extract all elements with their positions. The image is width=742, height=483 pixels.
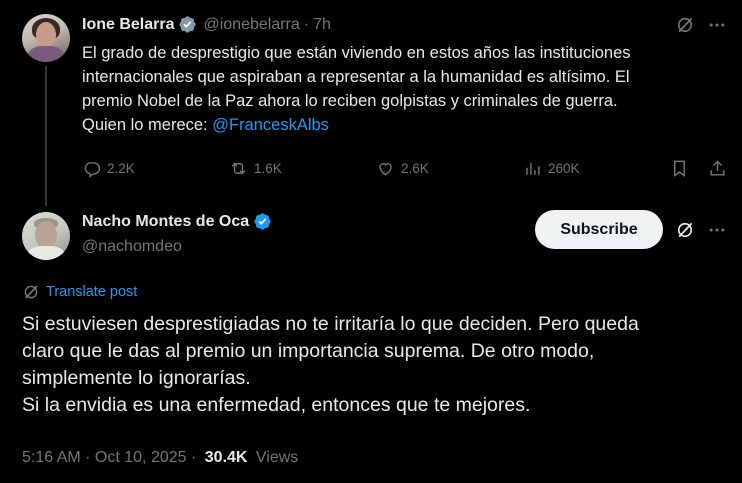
verified-badge-icon[interactable] — [178, 15, 197, 34]
more-icon — [709, 228, 725, 232]
reply-text-line: Si la envidia es una enfermedad, entonce… — [22, 394, 531, 416]
translate-label[interactable]: Translate post — [46, 284, 137, 300]
translate-icon — [24, 285, 38, 299]
share-icon — [710, 160, 725, 176]
parent-more-button[interactable] — [707, 15, 727, 40]
reply-timestamp[interactable]: 5:16 AM · Oct 10, 2025 · — [22, 449, 201, 467]
parent-handle[interactable]: @ionebelarra — [203, 16, 299, 34]
parent-grok-button[interactable] — [675, 15, 695, 40]
reply-count: 2.2K — [107, 161, 135, 176]
parent-author-name[interactable]: Ione Belarra — [82, 16, 174, 34]
grok-icon — [677, 222, 693, 238]
reply-tweet-text: Si estuviesen desprestigiadas no te irri… — [22, 311, 722, 419]
reply-more-button[interactable] — [707, 220, 727, 245]
reply-text-line: Si estuviesen desprestigiadas no te irri… — [22, 313, 639, 335]
reply-meta: 5:16 AM · Oct 10, 2025 · 30.4K Views — [22, 449, 298, 467]
header-separator: · — [303, 15, 310, 33]
views-icon — [526, 162, 540, 175]
reply-views-label: Views — [251, 449, 299, 466]
parent-text-line: premio Nobel de la Paz ahora lo reciben … — [82, 92, 618, 110]
parent-text-line: Quien lo merece: — [82, 116, 213, 134]
reply-text-line: simplemente lo ignorarías. — [22, 367, 251, 389]
repost-icon — [231, 162, 246, 175]
verified-badge-icon[interactable] — [253, 212, 272, 231]
reply-tweet-header: Nacho Montes de Oca — [82, 212, 272, 231]
reply-action[interactable]: 2.2K — [82, 159, 135, 178]
repost-action[interactable]: 1.6K — [229, 159, 282, 178]
bookmark-icon — [674, 160, 685, 178]
like-icon — [379, 163, 392, 176]
reply-grok-button[interactable] — [675, 220, 695, 245]
bookmark-button[interactable] — [670, 159, 689, 178]
repost-count: 1.6K — [254, 161, 282, 176]
parent-tweet-header: Ione Belarra @ionebelarra · 7h — [82, 15, 331, 34]
more-icon — [709, 23, 725, 27]
parent-text-line: internacionales que aspiraban a represen… — [82, 68, 630, 86]
mention-link[interactable]: @FranceskAlbs — [212, 116, 329, 134]
reply-handle[interactable]: @nachomdeo — [82, 238, 182, 256]
nacho-montes-avatar[interactable] — [22, 212, 70, 260]
reply-author-name[interactable]: Nacho Montes de Oca — [82, 213, 249, 231]
reply-icon — [84, 162, 101, 178]
like-count: 2.6K — [401, 161, 429, 176]
ione-belarra-avatar[interactable] — [22, 14, 70, 62]
grok-icon — [677, 17, 693, 33]
parent-text-line: El grado de desprestigio que están vivie… — [82, 44, 631, 62]
parent-tweet-text: El grado de desprestigio que están vivie… — [82, 41, 732, 137]
thread-connector-line — [45, 66, 47, 206]
reply-views-count: 30.4K — [204, 449, 248, 466]
like-action[interactable]: 2.6K — [376, 159, 429, 178]
parent-time[interactable]: 7h — [313, 16, 331, 34]
subscribe-button[interactable]: Subscribe — [535, 210, 663, 249]
views-count: 260K — [548, 161, 580, 176]
reply-text-line: claro que le das al premio un importanci… — [22, 340, 595, 362]
translate-post-link[interactable]: Translate post — [22, 283, 137, 301]
views-action[interactable]: 260K — [523, 159, 580, 178]
share-button[interactable] — [708, 159, 727, 178]
